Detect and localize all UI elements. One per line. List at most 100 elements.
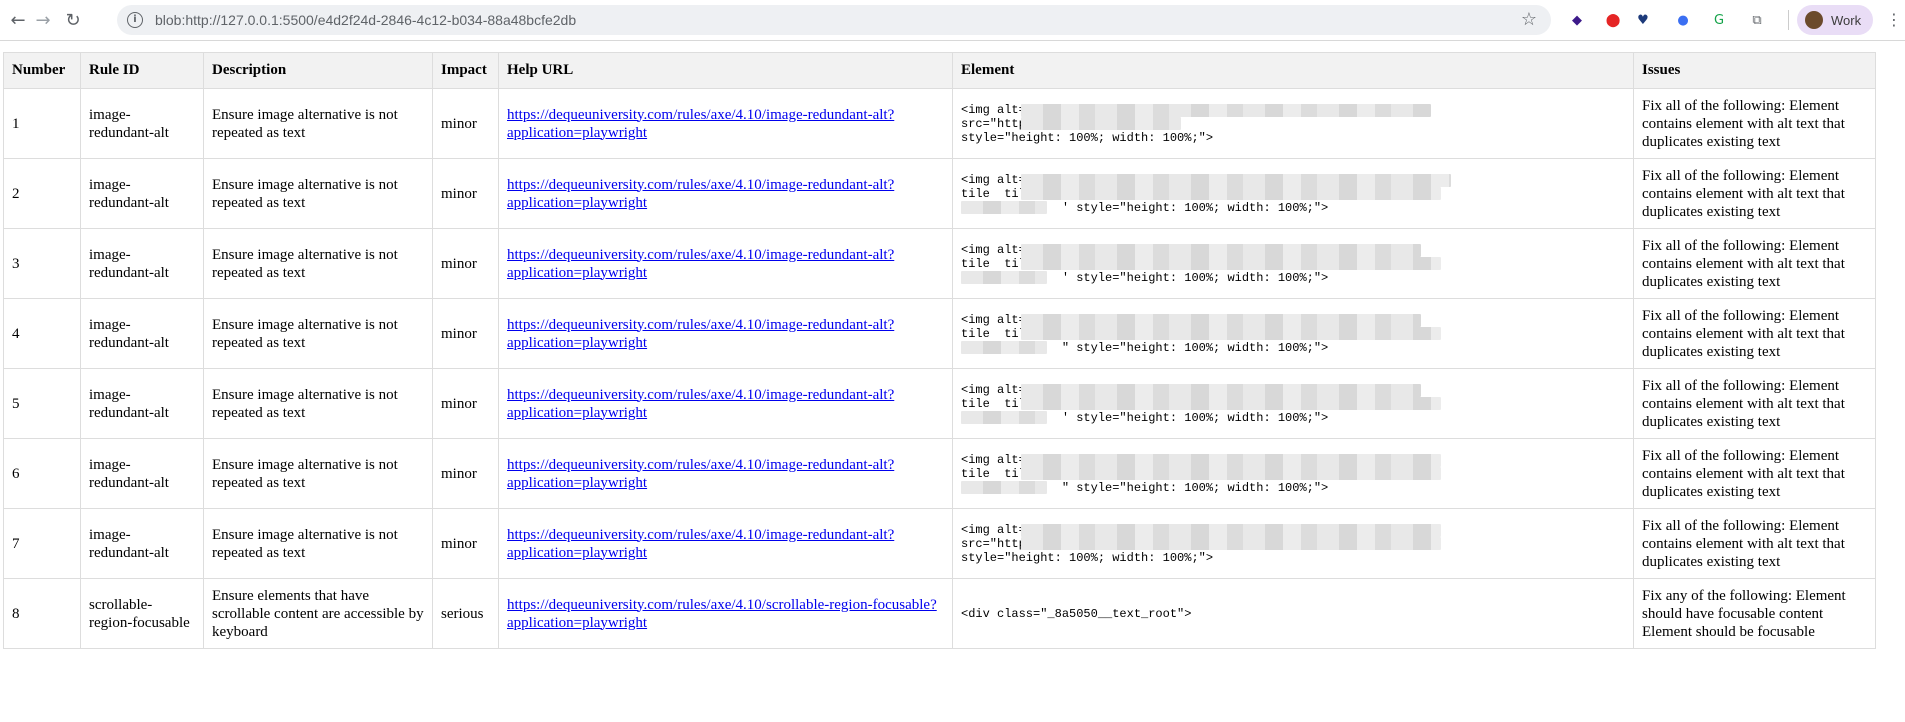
bookmark-star-icon[interactable]: ☆ (1521, 9, 1537, 30)
redaction-blur (1021, 536, 1441, 550)
redaction-blur (961, 340, 1047, 354)
header-number: Number (3, 52, 81, 89)
table-row: 8 scrollable-region-focusable Ensure ele… (3, 578, 1876, 649)
cell-issues: Fix all of the following: Element contai… (1633, 88, 1876, 159)
header-element: Element (952, 52, 1634, 89)
cell-rule-id: image-redundant-alt (80, 158, 204, 229)
cell-number: 6 (3, 438, 81, 509)
extension-icon[interactable]: ◆ (1567, 10, 1587, 30)
table-row: 5 image-redundant-alt Ensure image alter… (3, 368, 1876, 439)
help-url-link[interactable]: https://dequeuniversity.com/rules/axe/4.… (507, 387, 894, 421)
cell-help-url: https://dequeuniversity.com/rules/axe/4.… (498, 508, 953, 579)
cell-issues: Fix all of the following: Element contai… (1633, 228, 1876, 299)
redaction-blur (1021, 116, 1181, 130)
redaction-blur (1021, 256, 1441, 270)
cell-impact: minor (432, 508, 499, 579)
extension-icon[interactable]: ♥ (1633, 10, 1653, 30)
cell-description: Ensure image alternative is not repeated… (203, 158, 433, 229)
cell-help-url: https://dequeuniversity.com/rules/axe/4.… (498, 88, 953, 159)
header-description: Description (203, 52, 433, 89)
help-url-link[interactable]: https://dequeuniversity.com/rules/axe/4.… (507, 177, 894, 211)
element-code: <img alt="( tile tileI ' style="height: … (961, 383, 1625, 425)
redaction-blur (961, 270, 1047, 284)
cell-element: <img alt=" tile tile ' style="height: 10… (952, 158, 1634, 229)
back-arrow-icon[interactable]: ← (4, 6, 32, 34)
cell-element: <div class="_8a5050__text_root"> (952, 578, 1634, 649)
redaction-blur (1021, 186, 1441, 200)
redaction-blur (1021, 466, 1441, 480)
cell-help-url: https://dequeuniversity.com/rules/axe/4.… (498, 228, 953, 299)
cell-issues: Fix all of the following: Element contai… (1633, 508, 1876, 579)
cell-number: 1 (3, 88, 81, 159)
element-code: <div class="_8a5050__text_root"> (961, 606, 1192, 621)
address-bar[interactable]: i blob:http://127.0.0.1:5500/e4d2f24d-28… (117, 5, 1551, 35)
toolbar-divider (1788, 10, 1789, 30)
header-rule-id: Rule ID (80, 52, 204, 89)
redaction-blur (1021, 173, 1451, 187)
redaction-blur (1021, 243, 1421, 257)
cell-element: <img alt=" tile tile " style="height: 10… (952, 438, 1634, 509)
profile-name: Work (1831, 12, 1862, 28)
profile-button[interactable]: Work (1797, 5, 1873, 35)
table-row: 6 image-redundant-alt Ensure image alter… (3, 438, 1876, 509)
cell-element: <img alt="! tile tileI " style="height: … (952, 298, 1634, 369)
cell-rule-id: scrollable-region-focusable (80, 578, 204, 649)
redaction-blur (961, 410, 1047, 424)
address-url[interactable]: blob:http://127.0.0.1:5500/e4d2f24d-2846… (155, 12, 576, 28)
cell-impact: minor (432, 228, 499, 299)
cell-rule-id: image-redundant-alt (80, 228, 204, 299)
element-code: <img alt="! tile tileI " style="height: … (961, 313, 1625, 355)
redaction-blur (1021, 523, 1441, 537)
menu-kebab-icon[interactable]: ⋮ (1886, 10, 1902, 29)
element-code: <img alt=" tile tile " style="height: 10… (961, 453, 1625, 495)
extension-icon[interactable]: G (1709, 10, 1729, 30)
cell-number: 7 (3, 508, 81, 579)
element-code: <img alt=" tile tile ' style="height: 10… (961, 173, 1625, 215)
extension-icon[interactable]: ⬤ (1603, 10, 1623, 30)
violations-table: Number Rule ID Description Impact Help U… (3, 52, 1876, 649)
cell-rule-id: image-redundant-alt (80, 508, 204, 579)
element-code: <img alt=" src="https style="height: 100… (961, 103, 1625, 145)
cell-issues: Fix all of the following: Element contai… (1633, 368, 1876, 439)
help-url-link[interactable]: https://dequeuniversity.com/rules/axe/4.… (507, 107, 894, 141)
cell-number: 3 (3, 228, 81, 299)
table-row: 3 image-redundant-alt Ensure image alter… (3, 228, 1876, 299)
forward-arrow-icon[interactable]: → (29, 6, 57, 34)
redaction-blur (961, 480, 1047, 494)
header-issues: Issues (1633, 52, 1876, 89)
cell-help-url: https://dequeuniversity.com/rules/axe/4.… (498, 298, 953, 369)
cell-impact: minor (432, 88, 499, 159)
redaction-blur (961, 200, 1047, 214)
cell-number: 2 (3, 158, 81, 229)
extension-icon[interactable]: ⧉ (1747, 10, 1767, 30)
header-impact: Impact (432, 52, 499, 89)
redaction-blur (1021, 313, 1421, 327)
help-url-link[interactable]: https://dequeuniversity.com/rules/axe/4.… (507, 597, 937, 631)
cell-issues: Fix any of the following: Element should… (1633, 578, 1876, 649)
help-url-link[interactable]: https://dequeuniversity.com/rules/axe/4.… (507, 247, 894, 281)
table-row: 7 image-redundant-alt Ensure image alter… (3, 508, 1876, 579)
cell-impact: minor (432, 438, 499, 509)
table-header-row: Number Rule ID Description Impact Help U… (3, 52, 1876, 89)
cell-rule-id: image-redundant-alt (80, 88, 204, 159)
redaction-blur (1021, 396, 1441, 410)
help-url-link[interactable]: https://dequeuniversity.com/rules/axe/4.… (507, 527, 894, 561)
help-url-link[interactable]: https://dequeuniversity.com/rules/axe/4.… (507, 457, 894, 491)
cell-element: <img alt="( tile tileI ' style="height: … (952, 368, 1634, 439)
table-row: 1 image-redundant-alt Ensure image alter… (3, 88, 1876, 159)
cell-issues: Fix all of the following: Element contai… (1633, 298, 1876, 369)
cell-number: 5 (3, 368, 81, 439)
cell-rule-id: image-redundant-alt (80, 438, 204, 509)
header-help-url: Help URL (498, 52, 953, 89)
reload-icon[interactable]: ↻ (59, 6, 87, 34)
cell-impact: minor (432, 298, 499, 369)
info-icon[interactable]: i (127, 12, 143, 28)
redaction-blur (1021, 326, 1441, 340)
browser-toolbar: ← → ↻ i blob:http://127.0.0.1:5500/e4d2f… (0, 0, 1905, 41)
cell-element: <img alt=" tile tile ' style="height: 10… (952, 228, 1634, 299)
cell-impact: minor (432, 368, 499, 439)
cell-impact: serious (432, 578, 499, 649)
help-url-link[interactable]: https://dequeuniversity.com/rules/axe/4.… (507, 317, 894, 351)
extension-icon[interactable]: ● (1673, 10, 1693, 30)
cell-impact: minor (432, 158, 499, 229)
